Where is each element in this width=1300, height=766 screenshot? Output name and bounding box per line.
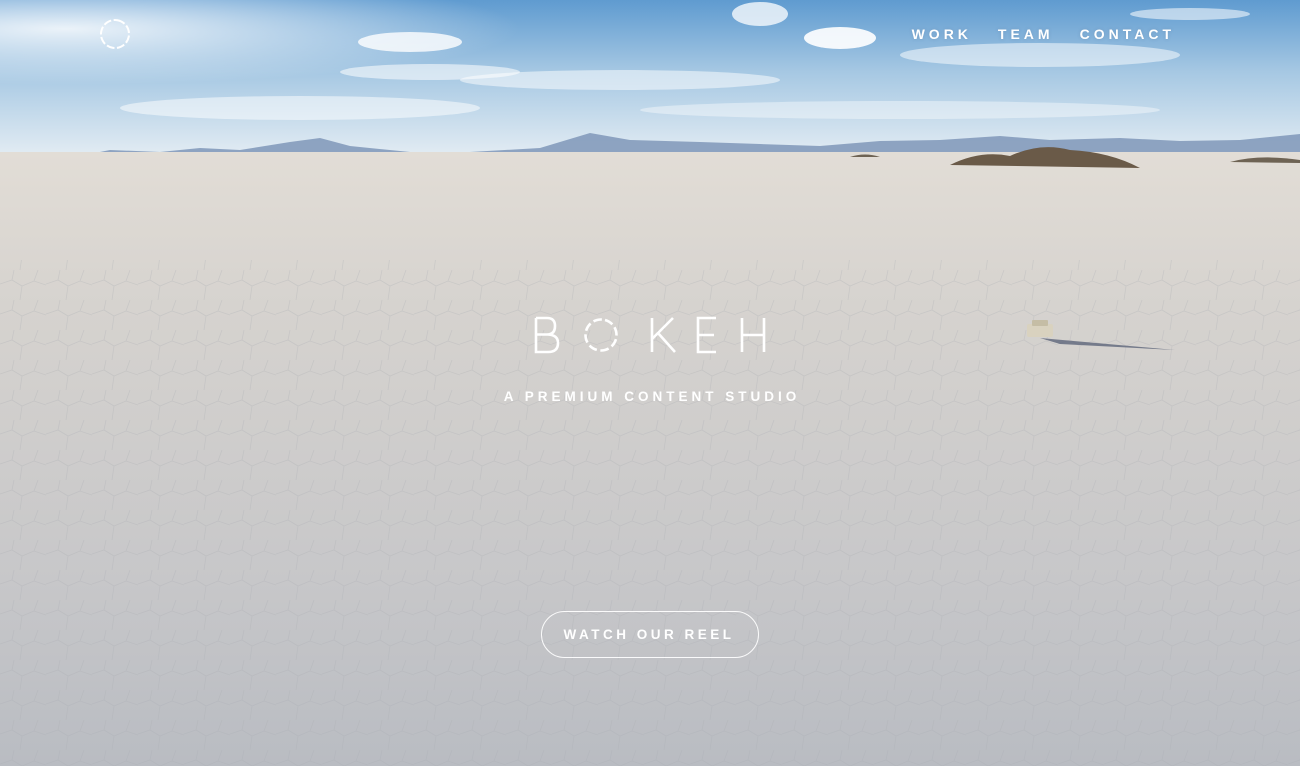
nav-link-contact[interactable]: CONTACT	[1080, 24, 1175, 44]
bokeh-wordmark-logo	[534, 316, 766, 354]
hero-tagline: A PREMIUM CONTENT STUDIO	[503, 389, 801, 404]
ring-logo-icon[interactable]	[99, 18, 131, 50]
nav-link-work[interactable]: WORK	[912, 24, 972, 44]
hero-section: WORK TEAM CONTACT A PREMIUM CONTENT STUD…	[0, 0, 1300, 766]
main-nav: WORK TEAM CONTACT	[912, 24, 1175, 44]
watch-reel-button[interactable]: WATCH OUR REEL	[541, 611, 759, 658]
nav-link-team[interactable]: TEAM	[998, 24, 1054, 44]
